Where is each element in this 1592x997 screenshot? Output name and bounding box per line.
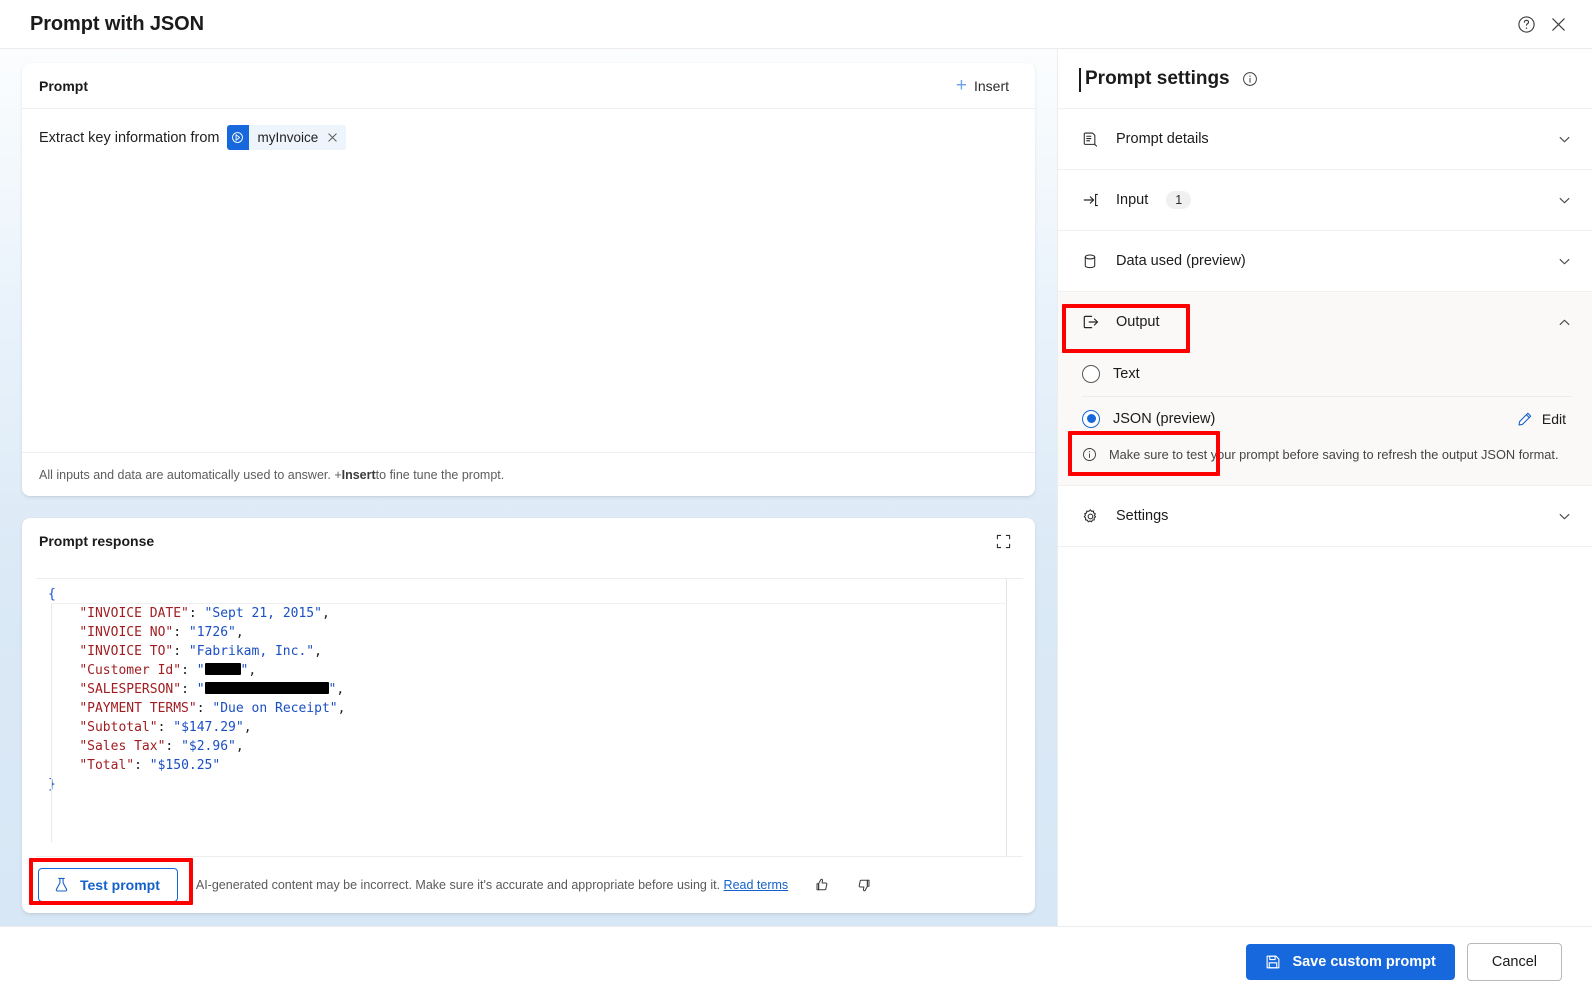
output-json-note-text: Make sure to test your prompt before sav… — [1109, 447, 1559, 462]
gear-icon — [1082, 508, 1102, 525]
dialog-body: Prompt + Insert Extract key information … — [0, 49, 1592, 926]
redacted-value — [204, 663, 241, 675]
settings-section-input: Input 1 — [1058, 170, 1592, 231]
info-circle-icon — [1082, 447, 1098, 467]
settings-section-label: Data used (preview) — [1116, 253, 1246, 269]
settings-section-header-1[interactable]: Input 1 — [1058, 170, 1592, 230]
prompt-settings-panel: Prompt settings Prompt details Input 1 Data… — [1057, 49, 1592, 926]
radio-unselected[interactable] — [1082, 365, 1100, 383]
ai-disclaimer: AI-generated content may be incorrect. M… — [196, 878, 788, 892]
settings-section-header-0[interactable]: Prompt details — [1058, 109, 1592, 169]
prompt-heading: Prompt — [39, 77, 88, 94]
code-top-rule — [51, 603, 1006, 604]
insert-button[interactable]: + Insert — [948, 71, 1017, 100]
settings-section-settings: Settings — [1058, 486, 1592, 547]
output-option-label[interactable]: JSON (preview) — [1113, 411, 1215, 427]
prompt-card-header: Prompt + Insert — [22, 63, 1035, 109]
chevron-down-icon[interactable] — [1557, 254, 1572, 269]
edit-label: Edit — [1541, 410, 1566, 427]
response-card-header: Prompt response — [22, 518, 1035, 564]
prompt-helper-bold: Insert — [341, 467, 376, 482]
expand-icon[interactable] — [989, 527, 1017, 555]
prompt-helper-part2: to fine tune the prompt. — [375, 467, 505, 482]
read-terms-link[interactable]: Read terms — [724, 878, 789, 892]
response-heading: Prompt response — [39, 533, 155, 549]
thumbs-down-icon[interactable] — [852, 873, 876, 897]
settings-section-output: Output Text JSON (preview) Edit Make sure to… — [1058, 292, 1592, 486]
edit-json-schema-button[interactable]: Edit — [1511, 407, 1572, 431]
page-title: Prompt with JSON — [30, 12, 204, 35]
response-footer: Test prompt AI-generated content may be … — [22, 857, 1035, 913]
prompt-with-json-dialog: Prompt with JSON Prompt + Insert Extract… — [0, 0, 1592, 997]
save-button-label: Save custom prompt — [1292, 954, 1436, 970]
input-chip-label: myInvoice — [257, 129, 319, 145]
settings-section-data-used-preview: Data used (preview) — [1058, 231, 1592, 292]
cancel-button[interactable]: Cancel — [1466, 943, 1562, 981]
test-prompt-wrapper: Test prompt — [38, 868, 178, 902]
document-icon — [1082, 131, 1102, 148]
chevron-down-icon[interactable] — [1557, 509, 1572, 524]
thumbs-up-icon[interactable] — [810, 873, 834, 897]
settings-accordion: Prompt details Input 1 Data used (preview) O… — [1058, 109, 1592, 547]
output-option-json-preview[interactable]: JSON (preview) Edit — [1082, 396, 1572, 440]
prompt-response-card: Prompt response { "INVOICE DATE": "Sept … — [22, 518, 1035, 913]
prompt-text-line: Extract key information from myInvoice — [39, 125, 1017, 150]
chevron-up-icon[interactable] — [1557, 315, 1572, 330]
arrow-in-icon — [1082, 191, 1102, 209]
output-json-note: Make sure to test your prompt before sav… — [1082, 440, 1572, 467]
chevron-down-icon[interactable] — [1557, 193, 1572, 208]
test-prompt-button[interactable]: Test prompt — [38, 868, 178, 902]
redacted-value — [204, 682, 329, 694]
output-option-text[interactable]: Text — [1082, 352, 1572, 396]
prompt-card: Prompt + Insert Extract key information … — [22, 63, 1035, 496]
output-section-body: Text JSON (preview) Edit Make sure to test … — [1058, 352, 1592, 485]
output-option-label[interactable]: Text — [1113, 366, 1140, 382]
input-chip-myinvoice[interactable]: myInvoice — [226, 125, 347, 150]
arrow-out-icon — [1082, 313, 1102, 331]
save-icon — [1265, 954, 1281, 970]
settings-panel-header: Prompt settings — [1058, 49, 1592, 109]
settings-section-label: Output — [1116, 314, 1160, 330]
chevron-down-icon[interactable] — [1557, 132, 1572, 147]
settings-section-header-2[interactable]: Data used (preview) — [1058, 231, 1592, 291]
settings-section-header-4[interactable]: Settings — [1058, 486, 1592, 546]
test-prompt-label: Test prompt — [80, 877, 160, 893]
info-circle-icon[interactable] — [1242, 71, 1258, 87]
response-code-scroll[interactable]: { "INVOICE DATE": "Sept 21, 2015", "INVO… — [36, 579, 1007, 856]
ai-disclaimer-text: AI-generated content may be incorrect. M… — [195, 878, 721, 892]
prompt-workspace: Prompt + Insert Extract key information … — [0, 49, 1057, 926]
dialog-footer: Save custom prompt Cancel — [0, 926, 1592, 997]
prompt-editor[interactable]: Extract key information from myInvoice — [22, 109, 1035, 452]
prompt-helper-text: All inputs and data are automatically us… — [22, 452, 1035, 496]
power-platform-icon — [226, 125, 249, 150]
settings-section-badge: 1 — [1166, 191, 1192, 209]
dialog-titlebar: Prompt with JSON — [0, 0, 1592, 49]
settings-section-label: Prompt details — [1116, 131, 1209, 147]
text-cursor — [1079, 68, 1081, 92]
help-circle-icon[interactable] — [1510, 8, 1542, 40]
beaker-icon — [54, 877, 69, 893]
response-json-code: { "INVOICE DATE": "Sept 21, 2015", "INVO… — [48, 587, 346, 792]
close-icon[interactable] — [326, 132, 339, 143]
settings-section-header-3[interactable]: Output — [1058, 292, 1592, 352]
radio-selected[interactable] — [1082, 409, 1100, 428]
insert-button-label: Insert — [973, 77, 1009, 94]
settings-section-label: Input — [1116, 192, 1149, 208]
settings-panel-title: Prompt settings — [1085, 67, 1230, 89]
close-icon[interactable] — [1542, 8, 1574, 40]
database-icon — [1082, 253, 1102, 270]
save-custom-prompt-button[interactable]: Save custom prompt — [1246, 944, 1455, 980]
feedback-controls — [810, 873, 876, 897]
prompt-static-text: Extract key information from — [39, 129, 220, 146]
prompt-helper-part1: All inputs and data are automatically us… — [39, 467, 342, 482]
settings-section-label: Settings — [1116, 508, 1169, 524]
code-indent-guide — [51, 604, 52, 842]
response-code-container: { "INVOICE DATE": "Sept 21, 2015", "INVO… — [36, 578, 1023, 857]
pencil-icon — [1517, 411, 1533, 427]
settings-section-prompt-details: Prompt details — [1058, 109, 1592, 170]
plus-icon: + — [955, 75, 967, 96]
